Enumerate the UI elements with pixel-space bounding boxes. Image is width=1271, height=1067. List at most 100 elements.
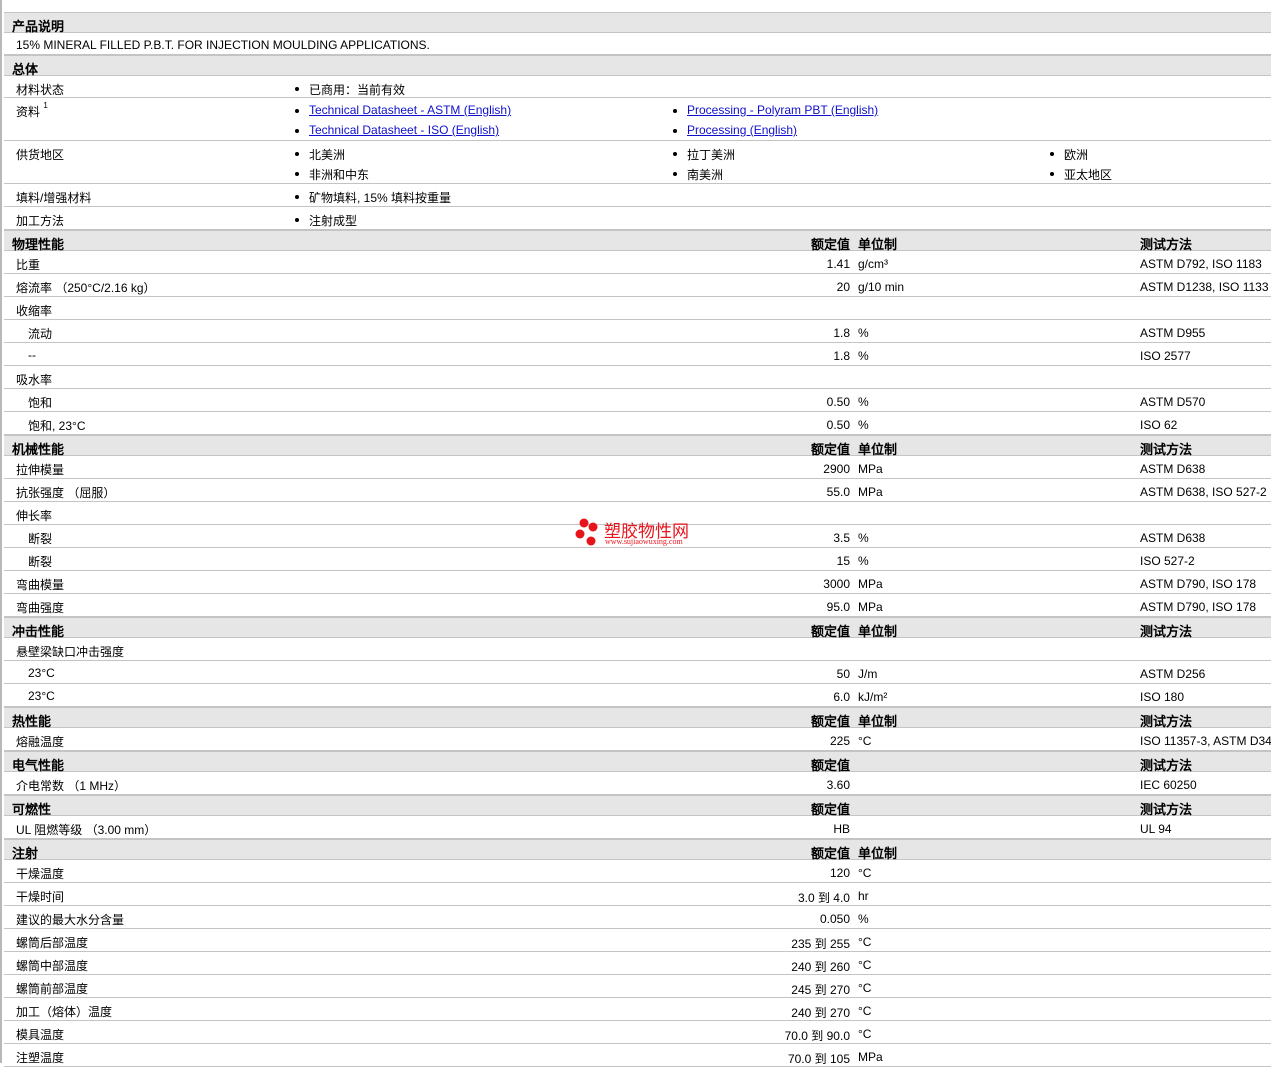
property-unit: MPa (858, 462, 883, 476)
property-row: 比重 1.41 g/cm³ ASTM D792, ISO 1183 (4, 251, 1271, 274)
property-row: 饱和 0.50% ASTM D570 (4, 389, 1271, 412)
property-value: 1.8 (833, 326, 850, 340)
region-item: 欧洲 (1049, 148, 1089, 162)
property-row: 注塑温度 70.0 到 105 MPa (4, 1044, 1271, 1067)
property-unit: MPa (858, 1050, 883, 1064)
property-label: UL 阻燃等级 （3.00 mm） (16, 823, 157, 837)
process-row: 加工方法 注射成型 (4, 207, 1271, 230)
property-label: 抗张强度 （屈服） (16, 486, 116, 500)
property-unit: °C (858, 1027, 872, 1041)
property-value: HB (833, 822, 850, 836)
section-header: 可燃性 额定值 测试方法 (4, 795, 1271, 817)
property-label: 流动 (28, 327, 53, 341)
docs-label: 资料 (16, 105, 41, 119)
property-unit: °C (858, 1004, 872, 1018)
property-value: 0.50 (826, 395, 850, 409)
property-label: 介电常数 （1 MHz） (16, 779, 127, 793)
property-row: 断裂 15% ISO 527-2 (4, 548, 1271, 571)
property-row: 螺筒前部温度 245 到 270 °C (4, 975, 1271, 998)
property-unit: % (858, 326, 869, 340)
footnote-marker: 1 (43, 101, 48, 110)
property-row: 熔融温度 225 °C ISO 11357-3, ASTM D34 (4, 728, 1271, 751)
property-row: 23°C 6.0 kJ/m² ISO 180 (4, 684, 1271, 707)
property-label: 饱和 (28, 396, 53, 410)
property-label: 螺筒后部温度 (16, 936, 89, 950)
section-header: 物理性能 额定值 单位制 测试方法 (4, 230, 1271, 252)
property-value: 1.41 (826, 257, 850, 271)
filler-row: 填料/增强材料 矿物填料, 15% 填料按重量 (4, 184, 1271, 207)
test-method: IEC 60250 (1140, 778, 1197, 792)
property-unit: % (858, 912, 869, 926)
property-unit: °C (858, 981, 872, 995)
property-label: 注塑温度 (16, 1051, 65, 1065)
test-method: ISO 2577 (1140, 349, 1191, 363)
property-row: 干燥温度 120 °C (4, 860, 1271, 883)
property-unit: MPa (858, 600, 883, 614)
property-value: 70.0 到 90.0 (784, 1029, 850, 1043)
test-method: ASTM D638, ISO 527-2 (1140, 485, 1267, 499)
section-header: 注射 额定值 单位制 (4, 839, 1271, 861)
test-method: ISO 11357-3, ASTM D34 (1140, 734, 1271, 748)
property-unit: J/m (858, 667, 878, 681)
property-label: 断裂 (28, 555, 53, 569)
link-processing[interactable]: Processing (English) (687, 123, 797, 137)
property-label: 伸长率 (16, 509, 53, 523)
property-label: 螺筒中部温度 (16, 959, 89, 973)
section-header: 电气性能 额定值 测试方法 (4, 751, 1271, 773)
row-label: 加工方法 (16, 214, 65, 228)
section-header: 冲击性能 额定值 单位制 测试方法 (4, 617, 1271, 639)
property-label: 23°C (28, 666, 55, 680)
row-label: 材料状态 (16, 83, 65, 97)
property-unit: °C (858, 958, 872, 972)
test-method: ISO 62 (1140, 418, 1178, 432)
property-label: 比重 (16, 258, 41, 272)
description-row: 15% MINERAL FILLED P.B.T. FOR INJECTION … (4, 33, 1271, 55)
property-label: 熔融温度 (16, 735, 65, 749)
property-row: 收缩率 (4, 297, 1271, 320)
test-method: UL 94 (1140, 822, 1172, 836)
property-row: 饱和, 23°C 0.50% ISO 62 (4, 412, 1271, 435)
property-value: 3.5 (833, 531, 850, 545)
property-row: 23°C 50 J/m ASTM D256 (4, 661, 1271, 684)
property-label: 23°C (28, 689, 55, 703)
watermark-url: www.sujiaowuxing.com (605, 537, 683, 546)
property-value: 0.50 (826, 418, 850, 432)
property-value: 240 到 260 (791, 960, 850, 974)
property-row: 螺筒后部温度 235 到 255 °C (4, 929, 1271, 952)
test-method: ISO 180 (1140, 690, 1185, 704)
regions-row: 供货地区 北美洲 非洲和中东 拉丁美洲 南美洲 欧洲 亚太地区 (4, 141, 1271, 184)
link-tds-astm[interactable]: Technical Datasheet - ASTM (English) (309, 103, 511, 117)
property-label: 断裂 (28, 532, 53, 546)
property-label: 模具温度 (16, 1028, 65, 1042)
property-value: 0.050 (819, 912, 850, 926)
section-header: 机械性能 额定值 单位制 测试方法 (4, 435, 1271, 457)
product-description: 15% MINERAL FILLED P.B.T. FOR INJECTION … (16, 38, 430, 52)
test-method: ASTM D638 (1140, 531, 1206, 545)
property-value: 3.60 (826, 778, 850, 792)
property-value: 95.0 (826, 600, 850, 614)
row-label: 供货地区 (16, 148, 65, 162)
test-method: ASTM D1238, ISO 1133 (1140, 280, 1269, 294)
property-unit: g/cm³ (858, 257, 888, 271)
link-processing-polyram[interactable]: Processing - Polyram PBT (English) (687, 103, 878, 117)
test-method: ASTM D792, ISO 1183 (1140, 257, 1262, 271)
test-method: ISO 527-2 (1140, 554, 1195, 568)
property-value: 6.0 (833, 690, 850, 704)
status-value: 已商用：当前有效 (294, 83, 406, 97)
property-sections: 物理性能 额定值 单位制 测试方法比重 1.41 g/cm³ ASTM D792, ISO … (4, 230, 1271, 1067)
property-value: 55.0 (826, 485, 850, 499)
property-row: 抗张强度 （屈服） 55.0 MPa ASTM D638, ISO 527-2 (4, 479, 1271, 502)
section-header-general: 总体 (4, 55, 1271, 77)
property-row: 干燥时间 3.0 到 4.0 hr (4, 883, 1271, 906)
property-row: 模具温度 70.0 到 90.0 °C (4, 1021, 1271, 1044)
property-value: 225 (829, 734, 850, 748)
property-unit: % (858, 554, 869, 568)
link-tds-iso[interactable]: Technical Datasheet - ISO (English) (309, 123, 499, 137)
property-value: 15 (836, 554, 850, 568)
property-row: 弯曲模量 3000 MPa ASTM D790, ISO 178 (4, 571, 1271, 594)
region-item: 北美洲 (294, 148, 346, 162)
property-unit: % (858, 531, 869, 545)
region-item: 拉丁美洲 (672, 148, 736, 162)
row-label: 资料 1 (16, 101, 48, 120)
property-label: -- (28, 348, 36, 362)
